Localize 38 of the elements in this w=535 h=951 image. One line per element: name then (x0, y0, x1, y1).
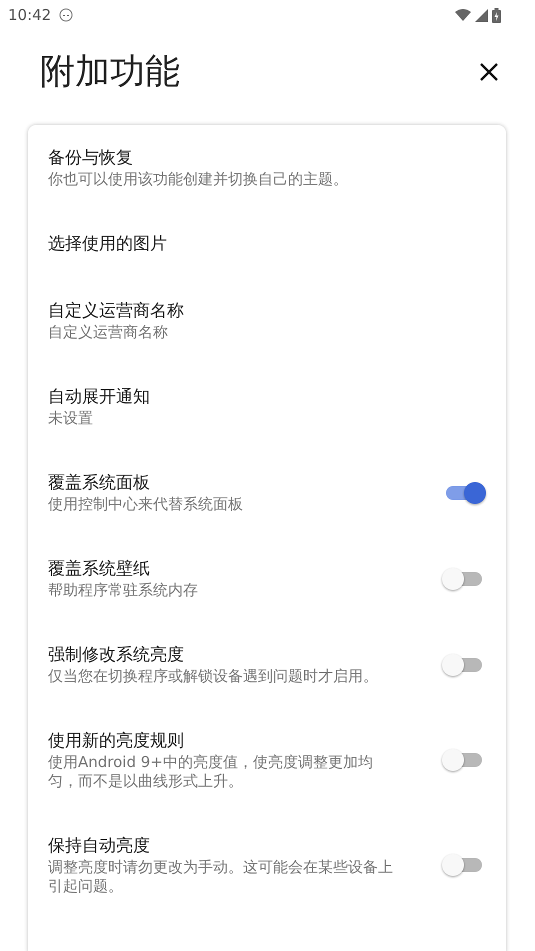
settings-item[interactable]: 备份与恢复 你也可以使用该功能创建并切换自己的主题。 (28, 125, 506, 211)
setting-description: 使用Android 9+中的亮度值，使亮度调整更加均匀，而不是以曲线形式上升。 (48, 753, 374, 791)
setting-description: 使用控制中心来代替系统面板 (48, 495, 244, 514)
setting-description: 帮助程序常驻系统内存 (48, 581, 199, 600)
status-time: 10:42 (8, 6, 52, 24)
settings-item[interactable]: 自定义运营商名称 自定义运营商名称 (28, 278, 506, 364)
setting-title: 覆盖系统面板 (48, 472, 151, 495)
settings-item[interactable]: 强制修改系统亮度 仅当您在切换程序或解锁设备遇到问题时才启用。 (28, 622, 506, 708)
setting-title: 自定义运营商名称 (48, 300, 185, 323)
toggle-switch[interactable] (444, 748, 484, 772)
setting-title: 选择使用的图片 (48, 233, 168, 256)
setting-title: 备份与恢复 (48, 147, 134, 170)
settings-item[interactable]: 覆盖系统壁纸 帮助程序常驻系统内存 (28, 536, 506, 622)
setting-title: 自动展开通知 (48, 386, 151, 409)
page-title: 附加功能 (40, 51, 180, 94)
toggle-switch[interactable] (444, 566, 484, 590)
toggle-switch[interactable] (444, 652, 484, 676)
battery-icon (492, 8, 501, 22)
close-icon (479, 62, 499, 82)
wifi-icon (455, 9, 471, 21)
setting-title: 保持自动亮度 (48, 835, 151, 858)
settings-item[interactable]: 选择使用的图片 (28, 211, 506, 278)
notification-icon (59, 8, 74, 22)
setting-description: 仅当您在切换程序或解锁设备遇到问题时才启用。 (48, 667, 379, 686)
setting-description: 调整亮度时请勿更改为手动。这可能会在某些设备上引起问题。 (48, 858, 394, 896)
toggle-switch[interactable] (444, 480, 484, 504)
setting-description: 未设置 (48, 409, 94, 428)
setting-title: 强制修改系统亮度 (48, 644, 185, 667)
settings-item[interactable]: 自动展开通知 未设置 (28, 364, 506, 450)
settings-item[interactable]: 覆盖系统面板 使用控制中心来代替系统面板 (28, 450, 506, 536)
setting-description: 自定义运营商名称 (48, 323, 169, 342)
toggle-switch[interactable] (444, 853, 484, 877)
setting-title: 覆盖系统壁纸 (48, 558, 151, 581)
setting-title: 使用新的亮度规则 (48, 730, 185, 753)
signal-icon (475, 8, 488, 22)
settings-item[interactable]: 保持自动亮度 调整亮度时请勿更改为手动。这可能会在某些设备上引起问题。 (28, 813, 506, 918)
setting-description: 你也可以使用该功能创建并切换自己的主题。 (48, 170, 349, 189)
settings-item[interactable]: 使用新的亮度规则 使用Android 9+中的亮度值，使亮度调整更加均匀，而不是以曲线形式上升。 (28, 708, 506, 813)
